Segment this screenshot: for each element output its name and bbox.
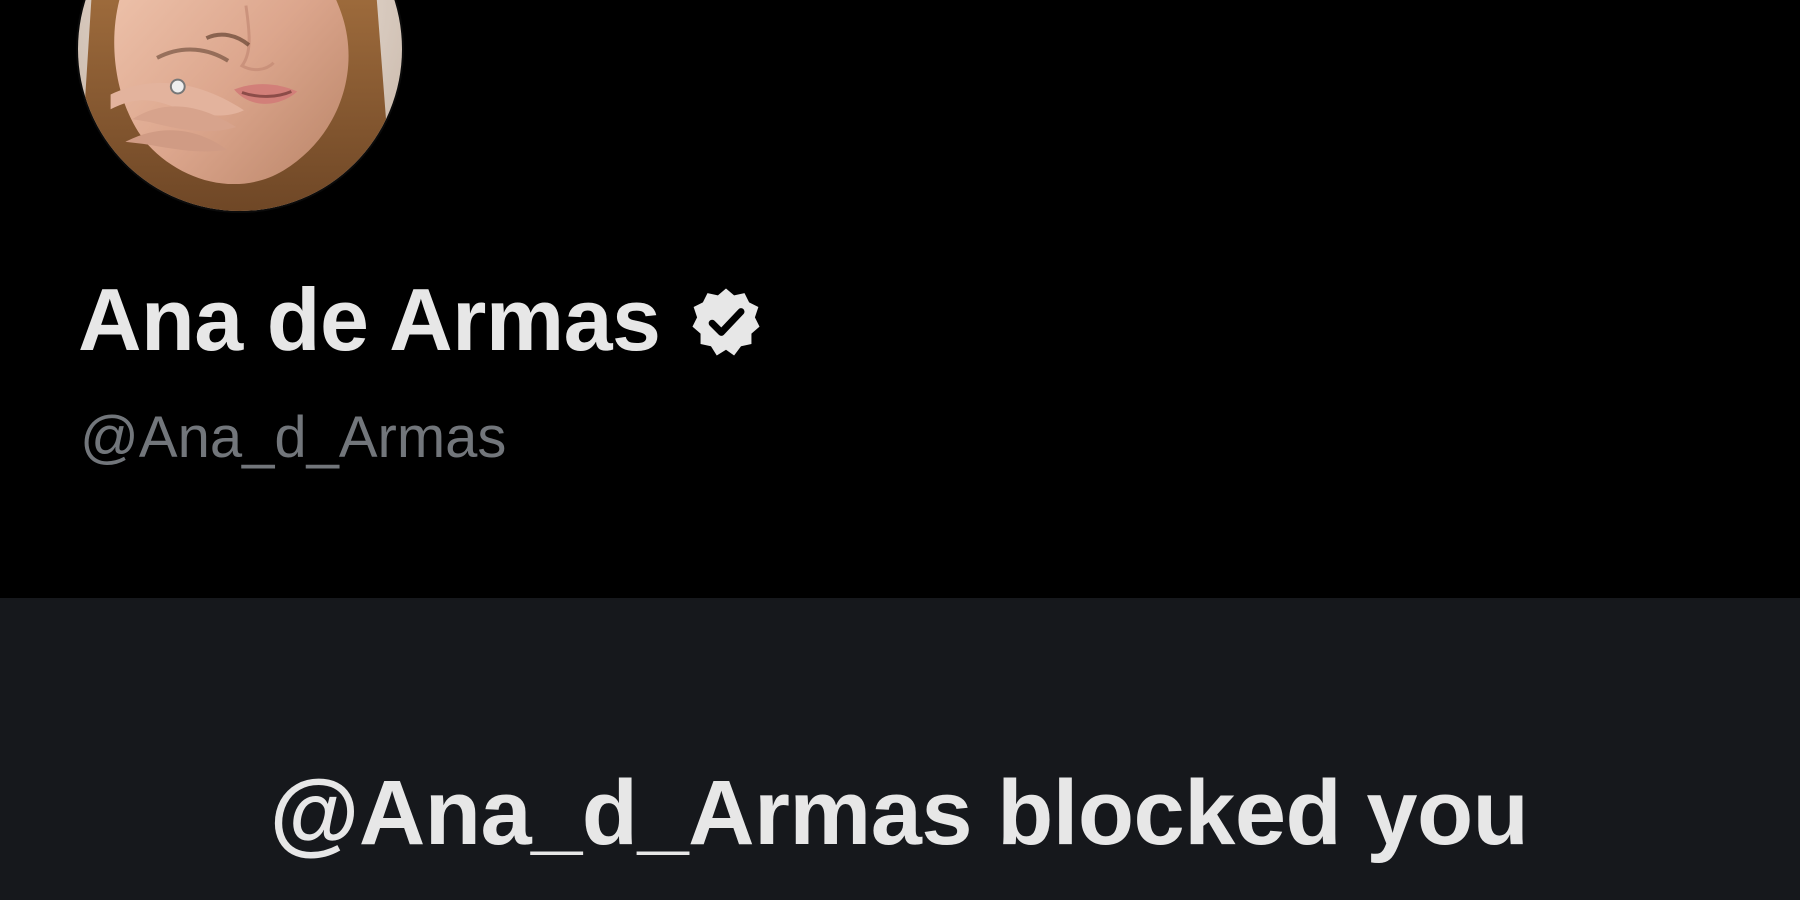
profile-avatar[interactable] xyxy=(76,0,404,213)
profile-page: Ana de Armas @Ana_d_Armas @Ana_d_Armas b… xyxy=(0,0,1800,900)
blocked-notice-panel: @Ana_d_Armas blocked you xyxy=(0,598,1800,900)
verified-badge-icon xyxy=(691,288,760,356)
blocked-message: @Ana_d_Armas blocked you xyxy=(269,762,1529,864)
avatar-image xyxy=(78,0,402,211)
profile-header: Ana de Armas @Ana_d_Armas xyxy=(0,0,1800,598)
profile-display-name: Ana de Armas xyxy=(78,270,661,369)
profile-handle: @Ana_d_Armas xyxy=(80,405,507,470)
profile-name-row: Ana de Armas xyxy=(78,272,763,368)
